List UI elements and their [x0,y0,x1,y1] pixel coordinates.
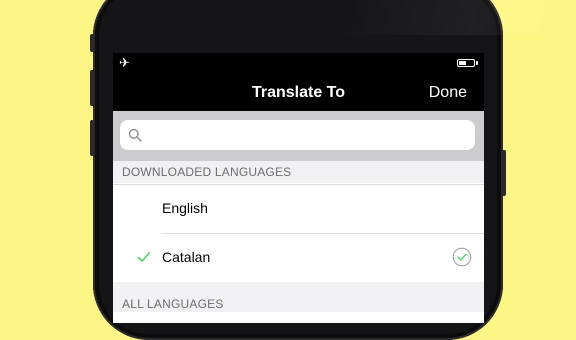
search-icon [128,128,142,142]
power-button [502,150,506,196]
battery-level [459,61,466,65]
done-button[interactable]: Done [429,84,467,102]
battery-icon [457,59,475,67]
language-row-catalan[interactable]: Catalan [113,234,484,282]
check-circle-icon[interactable] [452,247,472,267]
phone-reflection [343,0,576,35]
language-label: English [162,200,208,216]
mute-switch [90,34,94,52]
navigation-bar: Translate To Done [113,75,484,111]
search-input[interactable] [120,120,475,150]
battery-tip [476,61,478,65]
language-row-english[interactable]: English [113,185,484,233]
volume-up-button [90,70,94,106]
status-bar: ✈ [113,53,484,75]
phone-screen: ✈ Translate To Done DOWNLOADED LANGUAGES… [113,53,484,323]
airplane-icon: ✈ [119,55,130,70]
checkmark-icon [137,251,151,262]
search-bar [113,111,484,161]
volume-down-button [90,120,94,156]
downloaded-languages-header: DOWNLOADED LANGUAGES [113,161,484,183]
language-label: Catalan [162,249,211,265]
all-languages-header: ALL LANGUAGES [113,282,484,312]
